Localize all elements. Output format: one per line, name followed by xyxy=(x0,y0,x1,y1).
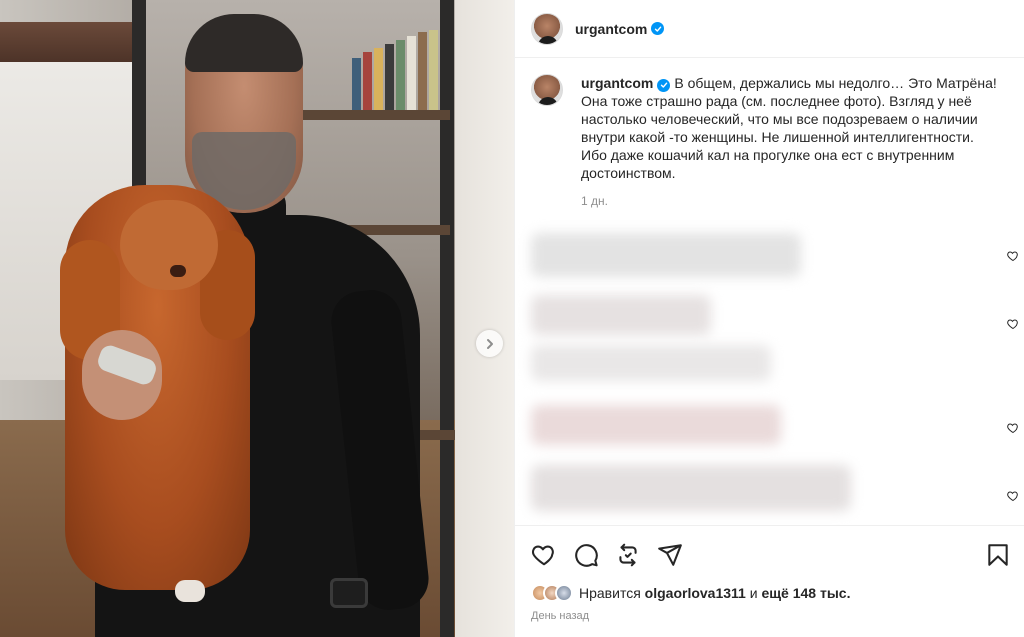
send-button[interactable] xyxy=(657,542,683,568)
background-beam xyxy=(0,22,140,62)
avatar[interactable] xyxy=(531,12,563,45)
puppy-face xyxy=(120,200,218,290)
likes-count-link[interactable]: ещё 148 тыс. xyxy=(761,585,850,601)
verified-check-icon xyxy=(657,78,671,92)
paper-plane-icon xyxy=(658,544,682,566)
avatar[interactable] xyxy=(555,584,573,602)
book xyxy=(374,48,383,110)
blurred-comment xyxy=(531,465,851,511)
book xyxy=(385,44,394,110)
post-viewer: urgantcom urgantcom В общем, держались мы… xyxy=(0,0,1024,637)
caption-username[interactable]: urgantcom xyxy=(581,75,653,91)
blurred-comment xyxy=(531,405,781,445)
heart-icon[interactable] xyxy=(1007,249,1019,262)
puppy-paw xyxy=(175,580,205,602)
verified-check-icon xyxy=(651,22,665,35)
comment-button[interactable] xyxy=(573,542,599,568)
heart-icon[interactable] xyxy=(1007,489,1019,502)
share-button[interactable] xyxy=(615,542,641,568)
blurred-comment xyxy=(531,233,801,277)
heart-icon[interactable] xyxy=(1007,317,1019,330)
book xyxy=(429,30,438,110)
post-side-panel: urgantcom urgantcom В общем, держались мы… xyxy=(514,0,1024,637)
blurred-comment xyxy=(531,345,771,381)
post-photo[interactable] xyxy=(0,0,514,637)
comments-list xyxy=(515,225,1024,525)
action-bar xyxy=(531,542,1011,568)
likes-text: Нравится olgaorlova1311 и ещё 148 тыс. xyxy=(579,585,850,601)
shelf-post xyxy=(440,0,454,637)
caption-time[interactable]: 1 дн. xyxy=(581,192,1001,210)
comment-bubble-icon xyxy=(575,544,598,567)
bookmark-icon xyxy=(988,544,1008,566)
header-username[interactable]: urgantcom xyxy=(575,21,647,37)
likes-prefix: Нравится xyxy=(579,585,641,601)
save-button[interactable] xyxy=(985,542,1011,568)
heart-icon[interactable] xyxy=(1007,421,1019,434)
post-actions: Нравится olgaorlova1311 и ещё 148 тыс. Д… xyxy=(515,525,1024,637)
caption: urgantcom В общем, держались мы недолго… … xyxy=(531,74,1011,210)
repost-icon xyxy=(619,543,637,567)
caption-body: urgantcom В общем, держались мы недолго… … xyxy=(581,74,1001,210)
likes-user-link[interactable]: olgaorlova1311 xyxy=(645,585,746,601)
background-right-wall xyxy=(455,0,514,637)
shelf-board xyxy=(300,110,450,120)
avatar[interactable] xyxy=(531,74,563,106)
likes-connector: и xyxy=(749,585,758,601)
chevron-right-icon xyxy=(486,338,493,349)
book xyxy=(418,32,427,110)
book xyxy=(363,52,372,110)
wrist-watch xyxy=(330,578,368,608)
post-date[interactable]: День назад xyxy=(531,610,589,622)
blurred-comment xyxy=(531,295,711,335)
like-button[interactable] xyxy=(531,542,557,568)
puppy-nose xyxy=(170,265,186,277)
book xyxy=(352,58,361,110)
likes-summary: Нравится olgaorlova1311 и ещё 148 тыс. xyxy=(531,584,850,602)
next-photo-button[interactable] xyxy=(476,330,503,357)
heart-icon xyxy=(532,545,554,566)
post-header: urgantcom xyxy=(515,0,1024,58)
book xyxy=(396,40,405,110)
book xyxy=(407,36,416,110)
person-hair xyxy=(185,14,303,72)
